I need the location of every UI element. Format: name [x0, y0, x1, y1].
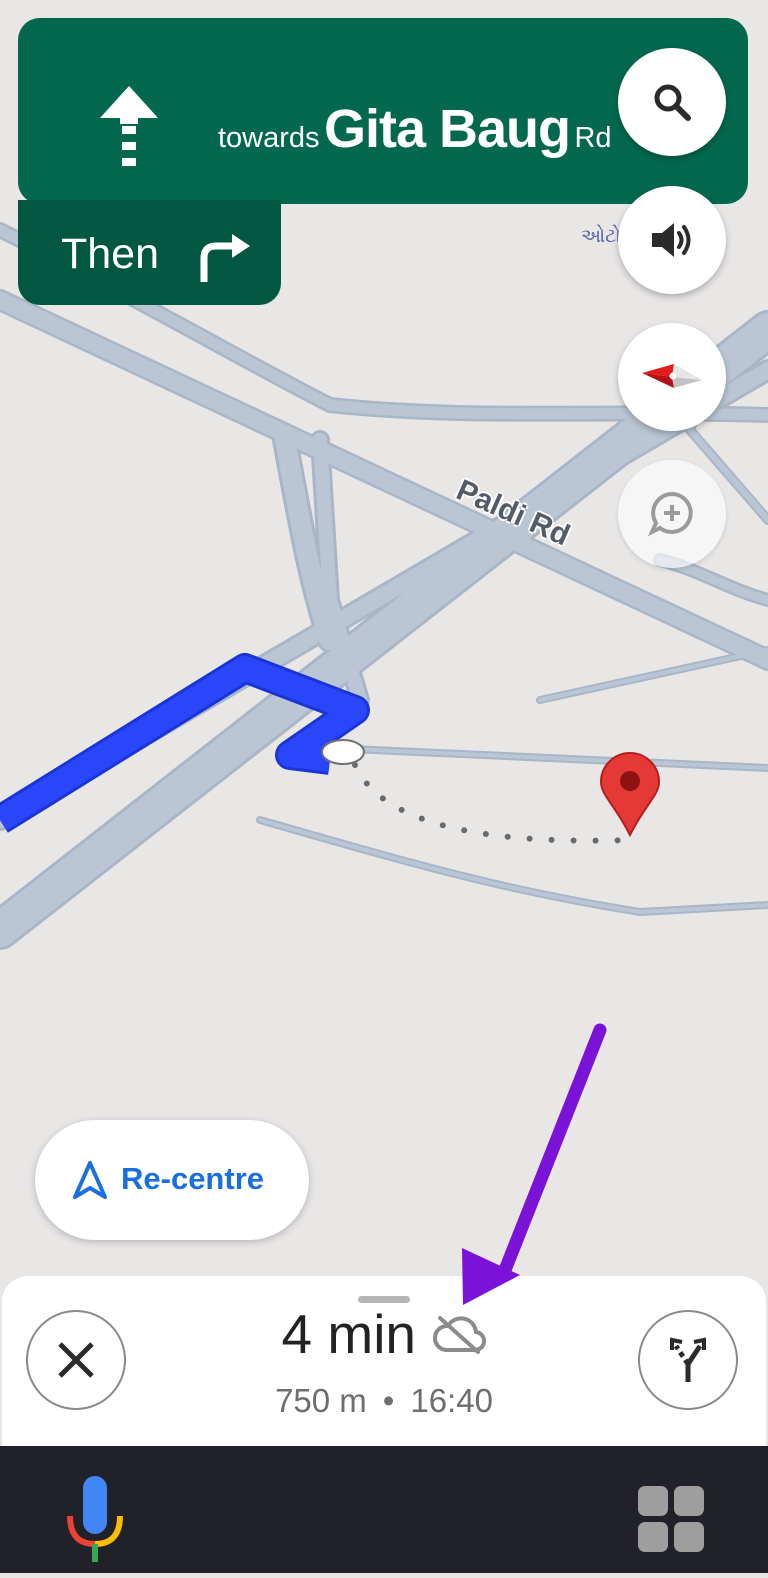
towards-label: towards [218, 122, 320, 154]
add-report-icon [648, 491, 693, 537]
current-location-marker [321, 739, 365, 765]
map-place-label: ઓટો [581, 225, 621, 247]
cloud-off-icon [433, 1316, 487, 1354]
trip-summary-sheet[interactable]: 4 min 750 m • 16:40 [2, 1276, 766, 1446]
street-name: Gita Baug [324, 99, 571, 159]
then-label: Then [61, 230, 160, 278]
compass-button[interactable] [618, 323, 726, 431]
alternate-routes-button[interactable] [638, 1310, 738, 1410]
microphone-icon[interactable] [66, 1474, 124, 1562]
apps-grid-icon[interactable] [638, 1486, 706, 1578]
eta-duration: 4 min [281, 1303, 417, 1365]
destination-pin-icon [599, 752, 661, 838]
navigation-arrow-icon [73, 1161, 107, 1199]
trip-distance: 750 m [275, 1382, 367, 1419]
sound-button[interactable] [618, 186, 726, 294]
search-icon [654, 84, 691, 121]
recentre-label: Re-centre [121, 1161, 264, 1196]
next-turn-chip[interactable]: Then [18, 200, 281, 305]
search-button[interactable] [618, 48, 726, 156]
route-options-icon [670, 1337, 706, 1382]
recentre-button[interactable]: Re-centre [35, 1120, 309, 1240]
straight-arrow-icon [100, 86, 158, 166]
separator: • [382, 1382, 395, 1419]
volume-icon [652, 223, 691, 257]
turn-right-icon [200, 234, 250, 282]
compass-icon [642, 364, 702, 388]
system-bar [0, 1446, 768, 1573]
arrival-time: 16:40 [410, 1382, 493, 1419]
street-suffix: Rd [574, 122, 612, 154]
report-button[interactable] [618, 460, 726, 568]
walking-path [352, 762, 633, 844]
navigation-instruction: towards Gita Baug Rd [218, 98, 612, 160]
